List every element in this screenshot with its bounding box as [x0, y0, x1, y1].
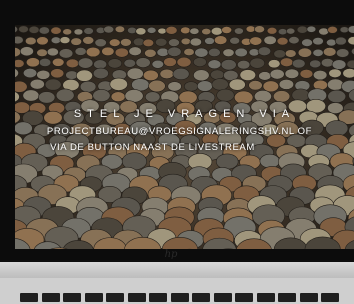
- laptop-screen: STEL JE VRAGEN VIA PROJECTBUREAU@VROEGSI…: [15, 25, 354, 249]
- keyboard-key: [213, 293, 232, 302]
- hp-logo-icon: hp: [164, 249, 178, 260]
- overlay-email-line: PROJECTBUREAU@VROEGSIGNALERINGSHV.NL OF: [46, 126, 313, 137]
- keyboard-key: [170, 293, 189, 302]
- keyboard-key: [84, 293, 103, 302]
- keyboard-key: [149, 293, 167, 302]
- keyboard-key: [41, 293, 60, 302]
- keyboard-key: [256, 293, 275, 302]
- keyboard-key: [192, 293, 210, 302]
- keyboard-key: [278, 293, 296, 302]
- keyboard-key: [321, 293, 339, 302]
- laptop-photo: STEL JE VRAGEN VIA PROJECTBUREAU@VROEGSI…: [0, 0, 354, 304]
- overlay-title: STEL JE VRAGEN VIA: [73, 108, 296, 120]
- keyboard-key: [235, 293, 253, 302]
- coin-background: [15, 25, 354, 249]
- overlay-button-line: VIA DE BUTTON NAAST DE LIVESTREAM: [50, 142, 255, 153]
- laptop-hinge: [0, 262, 354, 278]
- keyboard-key: [299, 293, 318, 302]
- keyboard-key: [127, 293, 146, 302]
- keyboard-key: [63, 293, 81, 302]
- keyboard-key: [20, 293, 38, 302]
- keyboard-key: [106, 293, 124, 302]
